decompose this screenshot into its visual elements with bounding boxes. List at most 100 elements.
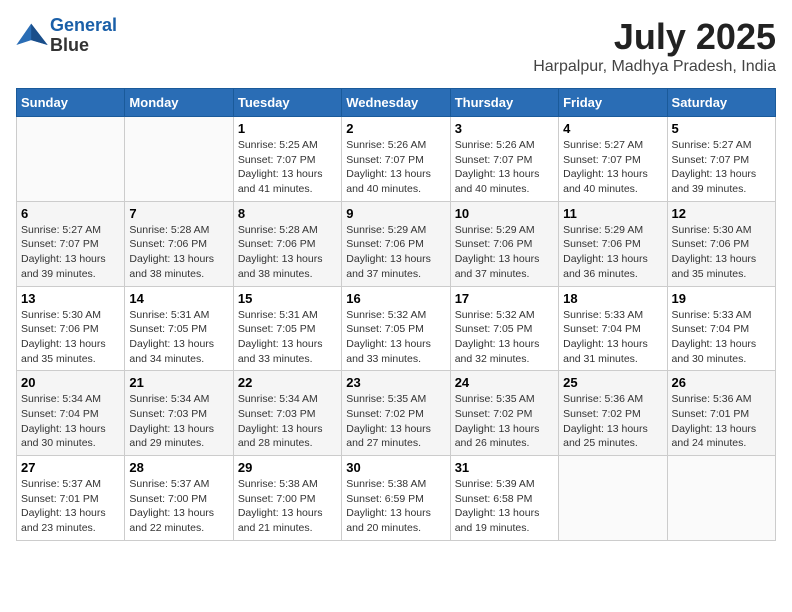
calendar-cell: 9 Sunrise: 5:29 AM Sunset: 7:06 PM Daylig… (342, 201, 450, 286)
day-info: Sunrise: 5:30 AM Sunset: 7:06 PM Dayligh… (672, 223, 771, 282)
day-info: Sunrise: 5:37 AM Sunset: 7:00 PM Dayligh… (129, 477, 228, 536)
calendar-cell: 2 Sunrise: 5:26 AM Sunset: 7:07 PM Daylig… (342, 117, 450, 202)
calendar-cell: 19 Sunrise: 5:33 AM Sunset: 7:04 PM Dayli… (667, 286, 775, 371)
day-number: 26 (672, 375, 771, 390)
day-number: 11 (563, 206, 662, 221)
day-number: 10 (455, 206, 554, 221)
day-number: 27 (21, 460, 120, 475)
calendar-cell (17, 117, 125, 202)
day-number: 13 (21, 291, 120, 306)
calendar-cell: 23 Sunrise: 5:35 AM Sunset: 7:02 PM Dayli… (342, 371, 450, 456)
day-info: Sunrise: 5:36 AM Sunset: 7:01 PM Dayligh… (672, 392, 771, 451)
day-number: 31 (455, 460, 554, 475)
calendar-cell: 16Sunrise: 5:32 AM Sunset: 7:05 PM Dayli… (342, 286, 450, 371)
week-row-1: 1 Sunrise: 5:25 AM Sunset: 7:07 PM Daylig… (17, 117, 776, 202)
calendar-cell: 29Sunrise: 5:38 AM Sunset: 7:00 PM Dayli… (233, 456, 341, 541)
day-info: Sunrise: 5:31 AM Sunset: 7:05 PM Dayligh… (129, 308, 228, 367)
calendar-header: SundayMondayTuesdayWednesdayThursdayFrid… (17, 89, 776, 117)
day-info: Sunrise: 5:25 AM Sunset: 7:07 PM Dayligh… (238, 138, 337, 197)
calendar-cell (125, 117, 233, 202)
location: Harpalpur, Madhya Pradesh, India (533, 58, 776, 76)
day-number: 24 (455, 375, 554, 390)
day-number: 23 (346, 375, 445, 390)
day-info: Sunrise: 5:35 AM Sunset: 7:02 PM Dayligh… (346, 392, 445, 451)
calendar-cell: 5 Sunrise: 5:27 AM Sunset: 7:07 PM Daylig… (667, 117, 775, 202)
day-number: 28 (129, 460, 228, 475)
calendar-cell: 21Sunrise: 5:34 AM Sunset: 7:03 PM Dayli… (125, 371, 233, 456)
weekday-header-friday: Friday (559, 89, 667, 117)
day-number: 6 (21, 206, 120, 221)
day-number: 7 (129, 206, 228, 221)
calendar-cell: 20 Sunrise: 5:34 AM Sunset: 7:04 PM Dayli… (17, 371, 125, 456)
day-info: Sunrise: 5:36 AM Sunset: 7:02 PM Dayligh… (563, 392, 662, 451)
day-info: Sunrise: 5:26 AM Sunset: 7:07 PM Dayligh… (346, 138, 445, 197)
day-number: 20 (21, 375, 120, 390)
calendar-cell: 24 Sunrise: 5:35 AM Sunset: 7:02 PM Dayli… (450, 371, 558, 456)
day-info: Sunrise: 5:30 AM Sunset: 7:06 PM Dayligh… (21, 308, 120, 367)
logo: General Blue (16, 16, 117, 56)
day-info: Sunrise: 5:29 AM Sunset: 7:06 PM Dayligh… (346, 223, 445, 282)
month-title: July 2025 (533, 16, 776, 58)
day-number: 17 (455, 291, 554, 306)
day-info: Sunrise: 5:27 AM Sunset: 7:07 PM Dayligh… (21, 223, 120, 282)
day-number: 9 (346, 206, 445, 221)
calendar-cell: 27 Sunrise: 5:37 AM Sunset: 7:01 PM Dayli… (17, 456, 125, 541)
week-row-2: 6 Sunrise: 5:27 AM Sunset: 7:07 PM Daylig… (17, 201, 776, 286)
day-info: Sunrise: 5:29 AM Sunset: 7:06 PM Dayligh… (455, 223, 554, 282)
day-info: Sunrise: 5:33 AM Sunset: 7:04 PM Dayligh… (563, 308, 662, 367)
week-row-4: 20 Sunrise: 5:34 AM Sunset: 7:04 PM Dayli… (17, 371, 776, 456)
day-number: 5 (672, 121, 771, 136)
day-number: 16 (346, 291, 445, 306)
calendar-cell: 18 Sunrise: 5:33 AM Sunset: 7:04 PM Dayli… (559, 286, 667, 371)
calendar-cell: 8 Sunrise: 5:28 AM Sunset: 7:06 PM Daylig… (233, 201, 341, 286)
calendar-cell: 1 Sunrise: 5:25 AM Sunset: 7:07 PM Daylig… (233, 117, 341, 202)
day-number: 8 (238, 206, 337, 221)
day-info: Sunrise: 5:27 AM Sunset: 7:07 PM Dayligh… (672, 138, 771, 197)
calendar-cell: 10 Sunrise: 5:29 AM Sunset: 7:06 PM Dayli… (450, 201, 558, 286)
week-row-5: 27 Sunrise: 5:37 AM Sunset: 7:01 PM Dayli… (17, 456, 776, 541)
day-number: 25 (563, 375, 662, 390)
calendar-cell (667, 456, 775, 541)
page-header: General Blue July 2025 Harpalpur, Madhya… (16, 16, 776, 76)
calendar-cell: 3 Sunrise: 5:26 AM Sunset: 7:07 PM Daylig… (450, 117, 558, 202)
calendar-cell: 31 Sunrise: 5:39 AM Sunset: 6:58 PM Dayli… (450, 456, 558, 541)
day-info: Sunrise: 5:26 AM Sunset: 7:07 PM Dayligh… (455, 138, 554, 197)
day-info: Sunrise: 5:37 AM Sunset: 7:01 PM Dayligh… (21, 477, 120, 536)
calendar-cell: 28 Sunrise: 5:37 AM Sunset: 7:00 PM Dayli… (125, 456, 233, 541)
day-number: 12 (672, 206, 771, 221)
weekday-header-wednesday: Wednesday (342, 89, 450, 117)
day-number: 2 (346, 121, 445, 136)
day-info: Sunrise: 5:28 AM Sunset: 7:06 PM Dayligh… (238, 223, 337, 282)
day-info: Sunrise: 5:38 AM Sunset: 6:59 PM Dayligh… (346, 477, 445, 536)
calendar-cell: 22Sunrise: 5:34 AM Sunset: 7:03 PM Dayli… (233, 371, 341, 456)
day-info: Sunrise: 5:28 AM Sunset: 7:06 PM Dayligh… (129, 223, 228, 282)
calendar-cell: 25 Sunrise: 5:36 AM Sunset: 7:02 PM Dayli… (559, 371, 667, 456)
day-info: Sunrise: 5:33 AM Sunset: 7:04 PM Dayligh… (672, 308, 771, 367)
day-number: 4 (563, 121, 662, 136)
day-number: 1 (238, 121, 337, 136)
logo-line1: General (50, 15, 117, 35)
calendar-cell (559, 456, 667, 541)
calendar-cell: 11 Sunrise: 5:29 AM Sunset: 7:06 PM Dayli… (559, 201, 667, 286)
day-number: 14 (129, 291, 228, 306)
day-info: Sunrise: 5:39 AM Sunset: 6:58 PM Dayligh… (455, 477, 554, 536)
day-number: 3 (455, 121, 554, 136)
day-info: Sunrise: 5:34 AM Sunset: 7:03 PM Dayligh… (238, 392, 337, 451)
weekday-header-row: SundayMondayTuesdayWednesdayThursdayFrid… (17, 89, 776, 117)
day-number: 29 (238, 460, 337, 475)
day-number: 19 (672, 291, 771, 306)
weekday-header-saturday: Saturday (667, 89, 775, 117)
day-info: Sunrise: 5:35 AM Sunset: 7:02 PM Dayligh… (455, 392, 554, 451)
day-info: Sunrise: 5:34 AM Sunset: 7:04 PM Dayligh… (21, 392, 120, 451)
day-number: 18 (563, 291, 662, 306)
weekday-header-thursday: Thursday (450, 89, 558, 117)
calendar-table: SundayMondayTuesdayWednesdayThursdayFrid… (16, 88, 776, 541)
logo-line2: Blue (50, 36, 117, 56)
day-info: Sunrise: 5:34 AM Sunset: 7:03 PM Dayligh… (129, 392, 228, 451)
day-number: 15 (238, 291, 337, 306)
weekday-header-monday: Monday (125, 89, 233, 117)
day-info: Sunrise: 5:29 AM Sunset: 7:06 PM Dayligh… (563, 223, 662, 282)
day-info: Sunrise: 5:27 AM Sunset: 7:07 PM Dayligh… (563, 138, 662, 197)
calendar-cell: 17Sunrise: 5:32 AM Sunset: 7:05 PM Dayli… (450, 286, 558, 371)
calendar-cell: 6 Sunrise: 5:27 AM Sunset: 7:07 PM Daylig… (17, 201, 125, 286)
